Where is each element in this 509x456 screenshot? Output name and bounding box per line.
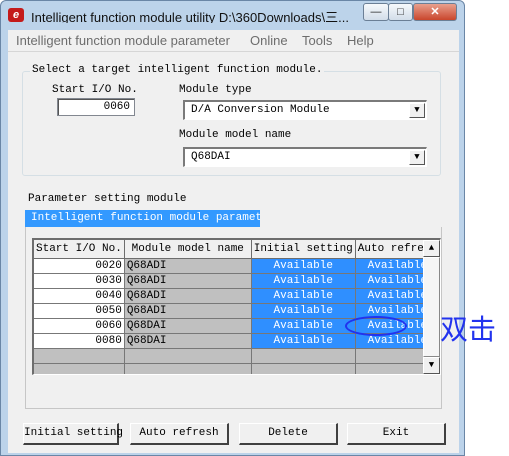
cell-module-model-name[interactable]: Q68DAI xyxy=(124,318,252,334)
table-row[interactable]: 0030 Q68ADI Available Available xyxy=(34,273,440,289)
target-module-legend: Select a target intelligent function mod… xyxy=(30,64,325,76)
model-name-select[interactable]: Q68DAI ▼ xyxy=(183,147,427,167)
cell-module-model-name[interactable]: Q68ADI xyxy=(124,258,252,274)
cell-start-io[interactable]: 0080 xyxy=(34,333,125,349)
cell-initial-setting[interactable]: Available xyxy=(251,288,356,304)
double-click-annotation: 双击 xyxy=(440,313,497,346)
empty-cell xyxy=(34,363,125,374)
module-type-value: D/A Conversion Module xyxy=(191,104,330,116)
cell-initial-setting[interactable]: Available xyxy=(251,273,356,289)
scroll-up-icon[interactable]: ▲ xyxy=(423,240,440,257)
empty-cell xyxy=(124,363,252,374)
table-row[interactable]: 0050 Q68ADI Available Available xyxy=(34,303,440,319)
delete-button[interactable]: Delete xyxy=(239,423,338,445)
maximize-button[interactable]: □ xyxy=(388,3,413,21)
cell-module-model-name[interactable]: Q68DAI xyxy=(124,333,252,349)
menu-bar: Intelligent function module parameter On… xyxy=(8,30,459,52)
scroll-thumb[interactable] xyxy=(423,257,440,357)
close-button[interactable]: ✕ xyxy=(413,3,457,21)
table-header-row: Start I/O No. Module model name Initial … xyxy=(34,240,440,259)
app-logo-icon: e xyxy=(8,8,24,22)
start-io-input[interactable]: 0060 xyxy=(57,98,135,116)
header-module-model-name[interactable]: Module model name xyxy=(124,240,252,259)
table-row[interactable]: 0040 Q68ADI Available Available xyxy=(34,288,440,304)
table-row[interactable]: 0060 Q68DAI Available Available xyxy=(34,318,440,334)
empty-table-row xyxy=(34,348,440,364)
model-name-value: Q68DAI xyxy=(191,151,231,163)
auto-refresh-button[interactable]: Auto refresh xyxy=(130,423,229,445)
empty-cell xyxy=(124,348,252,364)
cell-start-io[interactable]: 0060 xyxy=(34,318,125,334)
cell-start-io[interactable]: 0030 xyxy=(34,273,125,289)
cell-module-model-name[interactable]: Q68ADI xyxy=(124,303,252,319)
cell-start-io[interactable]: 0020 xyxy=(34,258,125,274)
module-type-label: Module type xyxy=(179,84,252,96)
cell-initial-setting[interactable]: Available xyxy=(251,318,356,334)
cell-initial-setting[interactable]: Available xyxy=(251,333,356,349)
menu-online[interactable]: Online xyxy=(250,33,288,48)
cell-initial-setting[interactable]: Available xyxy=(251,258,356,274)
minimize-button[interactable]: — xyxy=(363,3,389,21)
scroll-down-icon[interactable]: ▼ xyxy=(423,357,440,374)
window-title: Intelligent function module utility D:\3… xyxy=(31,10,349,23)
app-window: e Intelligent function module utility D:… xyxy=(0,0,465,456)
empty-table-row xyxy=(34,363,440,374)
module-table: Start I/O No. Module model name Initial … xyxy=(34,240,440,374)
empty-cell xyxy=(251,363,356,374)
cell-initial-setting[interactable]: Available xyxy=(251,303,356,319)
header-initial-setting[interactable]: Initial setting xyxy=(251,240,356,259)
menu-help[interactable]: Help xyxy=(347,33,374,48)
table-row[interactable]: 0080 Q68DAI Available Available xyxy=(34,333,440,349)
exit-button[interactable]: Exit xyxy=(347,423,446,445)
tab-intelligent-function-module-parameter[interactable]: Intelligent function module parameter xyxy=(25,210,260,227)
model-name-label: Module model name xyxy=(179,129,292,141)
cell-start-io[interactable]: 0040 xyxy=(34,288,125,304)
module-list-grid: Start I/O No. Module model name Initial … xyxy=(32,238,441,375)
module-type-select[interactable]: D/A Conversion Module ▼ xyxy=(183,100,427,120)
empty-cell xyxy=(251,348,356,364)
chevron-down-icon[interactable]: ▼ xyxy=(409,103,425,118)
dialog-body: Select a target intelligent function mod… xyxy=(8,52,459,453)
chevron-down-icon[interactable]: ▼ xyxy=(409,150,425,165)
cell-module-model-name[interactable]: Q68ADI xyxy=(124,273,252,289)
initial-setting-button[interactable]: Initial setting xyxy=(23,423,123,445)
table-body: 0020 Q68ADI Available Available 0030 Q68ADI Av… xyxy=(34,258,440,374)
title-bar[interactable]: e Intelligent function module utility D:… xyxy=(1,1,464,29)
header-start-io[interactable]: Start I/O No. xyxy=(34,240,125,259)
menu-tools[interactable]: Tools xyxy=(302,33,332,48)
menu-intelligent-function-module-parameter[interactable]: Intelligent function module parameter xyxy=(16,33,230,48)
empty-cell xyxy=(34,348,125,364)
cell-module-model-name[interactable]: Q68ADI xyxy=(124,288,252,304)
vertical-scrollbar[interactable]: ▲ ▼ xyxy=(423,240,440,374)
cell-start-io[interactable]: 0050 xyxy=(34,303,125,319)
table-row[interactable]: 0020 Q68ADI Available Available xyxy=(34,258,440,274)
start-io-label: Start I/O No. xyxy=(52,84,138,96)
parameter-setting-label: Parameter setting module xyxy=(28,193,187,205)
target-module-group: Select a target intelligent function mod… xyxy=(22,64,441,176)
